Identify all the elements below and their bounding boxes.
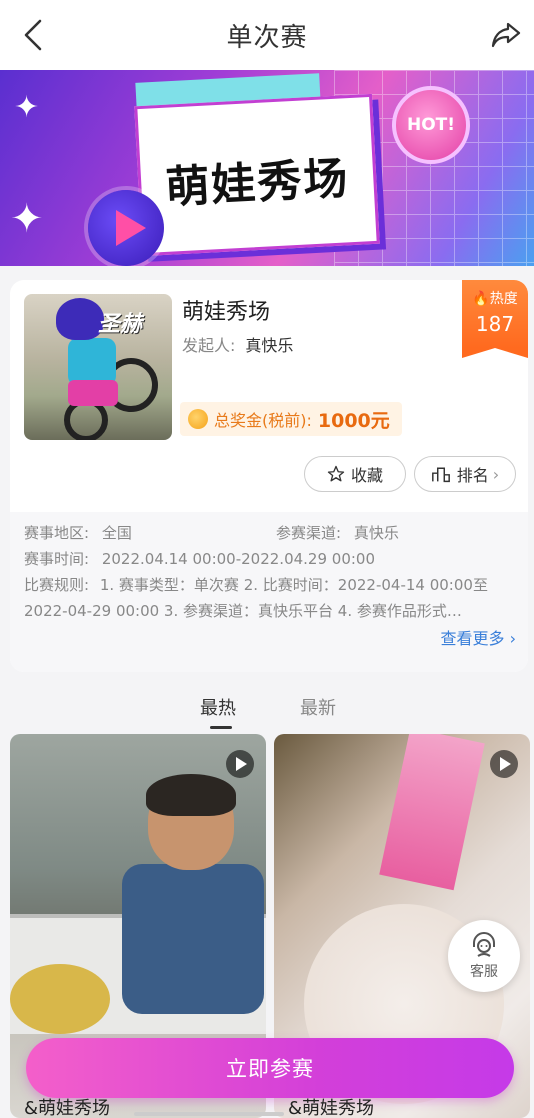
hot-badge: HOT! bbox=[392, 86, 470, 164]
organizer-label: 发起人: bbox=[182, 336, 236, 355]
flame-icon: 🔥 bbox=[472, 291, 490, 307]
organizer-name: 真快乐 bbox=[245, 336, 294, 355]
rules-label: 比赛规则: bbox=[24, 576, 90, 594]
event-banner[interactable]: ✦ ✦ 萌娃秀场 HOT! bbox=[0, 70, 534, 266]
banner-title: 萌娃秀场 bbox=[164, 153, 351, 214]
event-details: 赛事地区: 全国 参赛渠道: 真快乐 赛事时间: 2022.04.14 00:0… bbox=[10, 512, 528, 672]
organizer: 发起人: 真快乐 bbox=[182, 332, 293, 356]
time-row: 赛事时间: 2022.04.14 00:00-2022.04.29 00:00 bbox=[24, 546, 514, 572]
play-icon bbox=[88, 190, 164, 266]
time-label: 赛事时间: bbox=[24, 550, 90, 568]
sparkle-icon: ✦ bbox=[10, 196, 44, 242]
heat-label: 热度 bbox=[489, 291, 518, 307]
banner-title-card: 萌娃秀场 bbox=[134, 93, 380, 257]
sort-tabs: 最热 最新 bbox=[0, 684, 534, 729]
top-nav-bar: 单次赛 bbox=[0, 0, 534, 70]
heat-value: 187 bbox=[475, 312, 515, 336]
play-icon bbox=[226, 750, 254, 778]
channel-label: 参赛渠道: bbox=[276, 524, 342, 542]
active-tab-indicator bbox=[210, 726, 232, 729]
home-indicator bbox=[0, 1112, 534, 1118]
share-icon[interactable] bbox=[490, 20, 522, 50]
coin-icon bbox=[188, 409, 208, 429]
favorite-label: 收藏 bbox=[350, 466, 383, 485]
time-value: 2022.04.14 00:00-2022.04.29 00:00 bbox=[101, 550, 376, 568]
ranking-button[interactable]: 排名 › bbox=[414, 456, 516, 492]
event-info-card: 圣赫 萌娃秀场 发起人: 真快乐 🔥热度 187 总奖金(税前): 1000元 收… bbox=[10, 280, 528, 672]
event-thumbnail: 圣赫 bbox=[24, 294, 172, 440]
channel-value: 真快乐 bbox=[353, 524, 399, 542]
customer-service-label: 客服 bbox=[470, 964, 498, 980]
thumbnail-brand-text: 圣赫 bbox=[98, 312, 143, 337]
chevron-right-icon: › bbox=[509, 629, 516, 648]
prize-label: 总奖金(税前): bbox=[214, 411, 312, 430]
chevron-right-icon: › bbox=[492, 464, 500, 484]
page: 单次赛 ✦ ✦ 萌娃秀场 HOT! 圣赫 萌娃秀场 发起人: 真快乐 🔥热度 1… bbox=[0, 0, 534, 1118]
favorite-button[interactable]: 收藏 bbox=[304, 456, 406, 492]
video-scene bbox=[379, 734, 485, 891]
page-title: 单次赛 bbox=[226, 22, 308, 53]
rules-value: 1. 赛事类型：单次赛 2. 比赛时间：2022-04-14 00:00至 20… bbox=[24, 576, 488, 620]
back-arrow-icon[interactable] bbox=[18, 18, 48, 52]
customer-service-button[interactable]: 客服 bbox=[448, 920, 520, 992]
region-label: 赛事地区: bbox=[24, 524, 90, 542]
headset-icon bbox=[473, 932, 495, 957]
tab-hottest[interactable]: 最热 bbox=[200, 694, 236, 720]
region-value: 全国 bbox=[101, 524, 132, 542]
event-title: 萌娃秀场 bbox=[182, 300, 271, 325]
rules-row: 比赛规则: 1. 赛事类型：单次赛 2. 比赛时间：2022-04-14 00:… bbox=[24, 572, 514, 624]
prize-pool: 总奖金(税前): 1000元 bbox=[180, 402, 402, 436]
region-row: 赛事地区: 全国 参赛渠道: 真快乐 bbox=[24, 520, 514, 546]
heat-badge: 🔥热度 187 bbox=[462, 280, 528, 358]
view-more-link[interactable]: 查看更多 › bbox=[440, 626, 516, 652]
view-more-label: 查看更多 bbox=[440, 629, 505, 648]
play-icon bbox=[490, 750, 518, 778]
sparkle-icon: ✦ bbox=[14, 90, 40, 125]
tab-newest[interactable]: 最新 bbox=[300, 694, 336, 720]
prize-value: 1000元 bbox=[317, 409, 390, 432]
join-contest-button[interactable]: 立即参赛 bbox=[26, 1038, 514, 1098]
podium-icon bbox=[431, 467, 450, 483]
star-icon bbox=[327, 465, 345, 482]
ranking-label: 排名 bbox=[456, 466, 489, 485]
